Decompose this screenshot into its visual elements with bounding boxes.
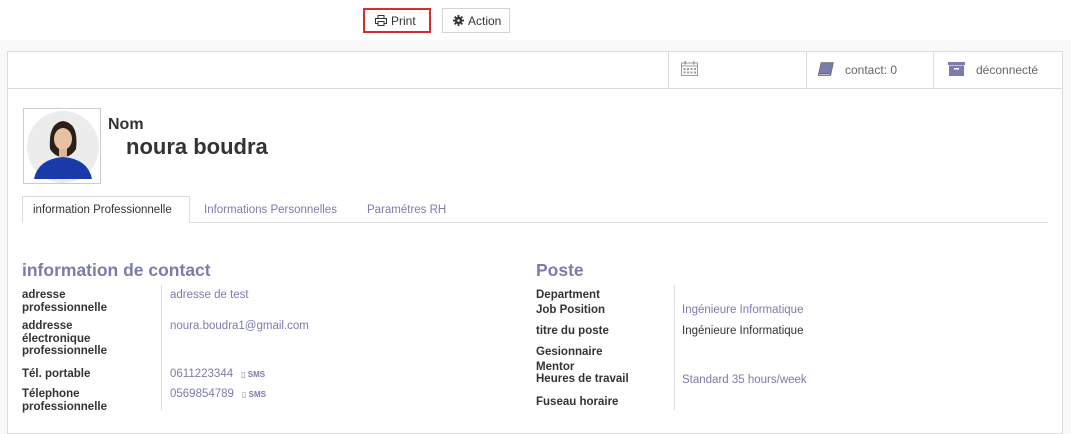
calendar-smart-button[interactable] xyxy=(668,52,806,88)
print-button[interactable]: Print xyxy=(363,8,431,33)
presence-smart-button[interactable]: déconnecté xyxy=(933,52,1062,88)
mobile-sms-label: SMS xyxy=(247,370,266,379)
employee-form-sheet: contact: 0 déconnecté Nom noura boudra i… xyxy=(7,51,1063,434)
control-panel: Print Action xyxy=(0,0,1071,40)
work-phone-label: Télephone professionnelle xyxy=(22,388,107,413)
phone-icon: ▯ xyxy=(241,370,246,379)
mentor-label: Mentor xyxy=(536,361,575,373)
mobile-value[interactable]: 0611223344 ▯ SMS xyxy=(170,368,265,381)
work-phone-sms-label: SMS xyxy=(248,390,266,399)
timezone-label: Fuseau horaire xyxy=(536,396,619,408)
employee-name[interactable]: noura boudra xyxy=(126,134,268,160)
manager-label: Gesionnaire xyxy=(536,346,603,358)
tab-professional-info[interactable]: information Professionnelle xyxy=(22,196,190,223)
working-hours-label: Heures de travail xyxy=(536,373,629,385)
gear-icon xyxy=(453,15,464,26)
work-email-label: addresse électronique professionnelle xyxy=(22,320,107,357)
working-hours-value[interactable]: Standard 35 hours/week xyxy=(682,374,807,387)
work-address-label: adresse professionnelle xyxy=(22,289,107,314)
action-label: Action xyxy=(468,13,502,28)
tab-hr-settings[interactable]: Paramétres RH xyxy=(357,196,456,223)
employee-avatar[interactable] xyxy=(23,108,101,184)
form-tabs: information Professionnelle Informations… xyxy=(22,196,1048,223)
smart-button-box: contact: 0 déconnecté xyxy=(8,52,1062,89)
contact-column-divider xyxy=(161,285,162,410)
contact-count-label: contact: 0 xyxy=(845,63,898,77)
department-label: Department xyxy=(536,289,600,301)
print-label: Print xyxy=(391,13,416,28)
presence-status-label: déconnecté xyxy=(976,63,1039,77)
work-phone-value[interactable]: 0569854789 ▯ SMS xyxy=(170,388,266,401)
job-title-label: titre du poste xyxy=(536,325,609,337)
work-phone-sms-button[interactable]: ▯ SMS xyxy=(242,390,266,399)
mobile-number[interactable]: 0611223344 xyxy=(170,368,233,380)
work-email-value[interactable]: noura.boudra1@gmail.com xyxy=(170,320,309,333)
archive-icon xyxy=(948,61,965,79)
contact-smart-button[interactable]: contact: 0 xyxy=(806,52,933,88)
position-column-divider xyxy=(674,285,675,410)
tab-personal-info[interactable]: Informations Personnelles xyxy=(194,196,347,223)
mobile-label: Tél. portable xyxy=(22,368,91,380)
contact-section-title: information de contact xyxy=(22,260,211,280)
phone-icon: ▯ xyxy=(241,390,247,399)
book-icon xyxy=(817,61,834,79)
job-position-label: Job Position xyxy=(536,304,605,316)
action-button[interactable]: Action xyxy=(442,8,510,33)
name-label: Nom xyxy=(108,116,144,133)
work-phone-number[interactable]: 0569854789 xyxy=(170,388,234,400)
work-address-value[interactable]: adresse de test xyxy=(170,289,249,302)
calendar-icon xyxy=(681,61,698,79)
mobile-sms-button[interactable]: ▯ SMS xyxy=(241,370,265,379)
job-title-value[interactable]: Ingénieure Informatique xyxy=(682,325,803,338)
print-icon xyxy=(375,15,387,26)
position-section-title: Poste xyxy=(536,260,584,280)
job-position-value[interactable]: Ingénieure Informatique xyxy=(682,304,803,317)
